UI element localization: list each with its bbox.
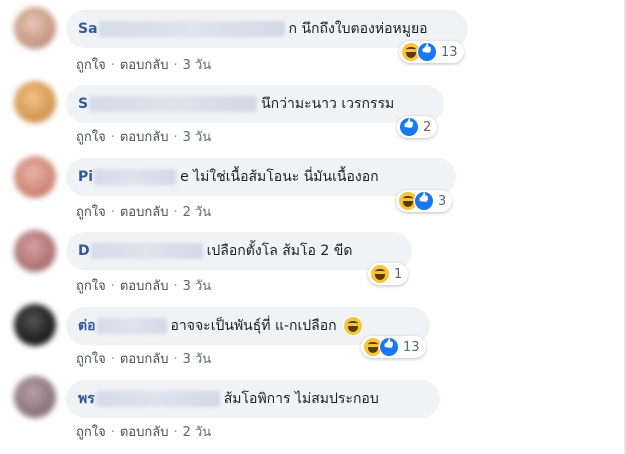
reaction-count: 3	[438, 193, 447, 209]
reply-link[interactable]: ตอบกลับ	[120, 425, 169, 440]
comment-text: นึกว่ามะนาว เวรกรรม	[261, 96, 395, 112]
comment-time[interactable]: 3 วัน	[183, 130, 212, 145]
comment-text: ส้มโอพิการ ไม่สมประกอบ	[223, 391, 379, 407]
comment-actions: ถูกใจ · ตอบกลับ · 3 วัน	[76, 275, 211, 296]
separator: ·	[110, 425, 115, 440]
avatar[interactable]	[14, 81, 56, 123]
like-link[interactable]: ถูกใจ	[76, 205, 106, 220]
comment-actions: ถูกใจ · ตอบกลับ · 2 วัน	[76, 421, 211, 442]
like-link[interactable]: ถูกใจ	[76, 130, 106, 145]
like-icon	[379, 337, 399, 357]
comment-bubble: S นึกว่ามะนาว เวรกรรม	[66, 85, 444, 123]
like-link[interactable]: ถูกใจ	[76, 425, 106, 440]
comment-actions: ถูกใจ · ตอบกลับ · 2 วัน	[76, 201, 211, 222]
reaction-summary[interactable]: 2	[397, 116, 438, 138]
comment-actions: ถูกใจ · ตอบกลับ · 3 วัน	[76, 54, 211, 75]
separator: ·	[110, 130, 115, 145]
reaction-count: 1	[394, 266, 403, 282]
separator: ·	[173, 279, 178, 294]
comment-time[interactable]: 3 วัน	[183, 58, 212, 73]
comment-author[interactable]: Pi	[78, 169, 93, 185]
comment-author[interactable]: ต่อ	[78, 315, 96, 337]
separator: ·	[110, 58, 115, 73]
comment-text: ก นึกถึงใบตองห่อหมูยอ	[288, 21, 428, 37]
like-link[interactable]: ถูกใจ	[76, 279, 106, 294]
redacted-name	[90, 243, 203, 259]
haha-icon	[370, 264, 390, 284]
separator: ·	[173, 352, 178, 367]
comment-text: อาจจะเป็นพันธุ์ที่ แ-กเปลือก	[170, 318, 337, 334]
like-link[interactable]: ถูกใจ	[76, 352, 106, 367]
like-icon	[399, 117, 419, 137]
comment-actions: ถูกใจ · ตอบกลับ · 3 วัน	[76, 348, 211, 369]
redacted-name	[89, 96, 258, 112]
comment-author[interactable]: Sa	[78, 21, 98, 37]
redacted-name	[94, 169, 177, 185]
reply-link[interactable]: ตอบกลับ	[120, 205, 169, 220]
reaction-count: 2	[423, 119, 432, 135]
comment-author[interactable]: D	[78, 243, 90, 259]
separator: ·	[173, 425, 178, 440]
comment-time[interactable]: 3 วัน	[183, 279, 212, 294]
like-icon	[414, 191, 434, 211]
separator: ·	[173, 130, 178, 145]
comment-time[interactable]: 2 วัน	[183, 425, 212, 440]
comment-bubble: พร ส้มโอพิการ ไม่สมประกอบ	[66, 380, 440, 418]
reaction-count: 13	[441, 44, 458, 60]
separator: ·	[110, 205, 115, 220]
reaction-count: 13	[403, 339, 420, 355]
comment-time[interactable]: 3 วัน	[183, 352, 212, 367]
separator: ·	[110, 279, 115, 294]
separator: ·	[173, 205, 178, 220]
avatar[interactable]	[14, 156, 56, 198]
reply-link[interactable]: ตอบกลับ	[120, 58, 169, 73]
redacted-name	[98, 21, 285, 37]
haha-icon	[342, 316, 363, 336]
reply-link[interactable]: ตอบกลับ	[120, 130, 169, 145]
comment-author[interactable]: พร	[78, 388, 95, 410]
comment-author[interactable]: S	[78, 96, 88, 112]
reaction-summary[interactable]: 3	[396, 190, 453, 212]
separator: ·	[110, 352, 115, 367]
like-icon	[417, 42, 437, 62]
redacted-name	[95, 391, 220, 407]
separator: ·	[173, 58, 178, 73]
comment-time[interactable]: 2 วัน	[183, 205, 212, 220]
reaction-summary[interactable]: 13	[399, 41, 464, 63]
comment-text: เปลือกตั้งโล ส้มโอ 2 ขีด	[206, 243, 353, 259]
reaction-summary[interactable]: 1	[368, 263, 409, 285]
avatar[interactable]	[14, 230, 56, 272]
reply-link[interactable]: ตอบกลับ	[120, 352, 169, 367]
avatar[interactable]	[14, 7, 56, 49]
reply-link[interactable]: ตอบกลับ	[120, 279, 169, 294]
reaction-summary[interactable]: 13	[361, 336, 426, 358]
comment-bubble: D เปลือกตั้งโล ส้มโอ 2 ขีด	[66, 232, 412, 270]
redacted-name	[96, 318, 167, 334]
comment-actions: ถูกใจ · ตอบกลับ · 3 วัน	[76, 126, 211, 147]
like-link[interactable]: ถูกใจ	[76, 58, 106, 73]
comment-text: e ไม่ใช่เนื้อส้มโอนะ นี่มันเนื้องอก	[180, 169, 379, 185]
avatar[interactable]	[14, 304, 56, 346]
comment-bubble: Pi e ไม่ใช่เนื้อส้มโอนะ นี่มันเนื้องอก	[66, 158, 456, 196]
avatar[interactable]	[14, 376, 56, 418]
